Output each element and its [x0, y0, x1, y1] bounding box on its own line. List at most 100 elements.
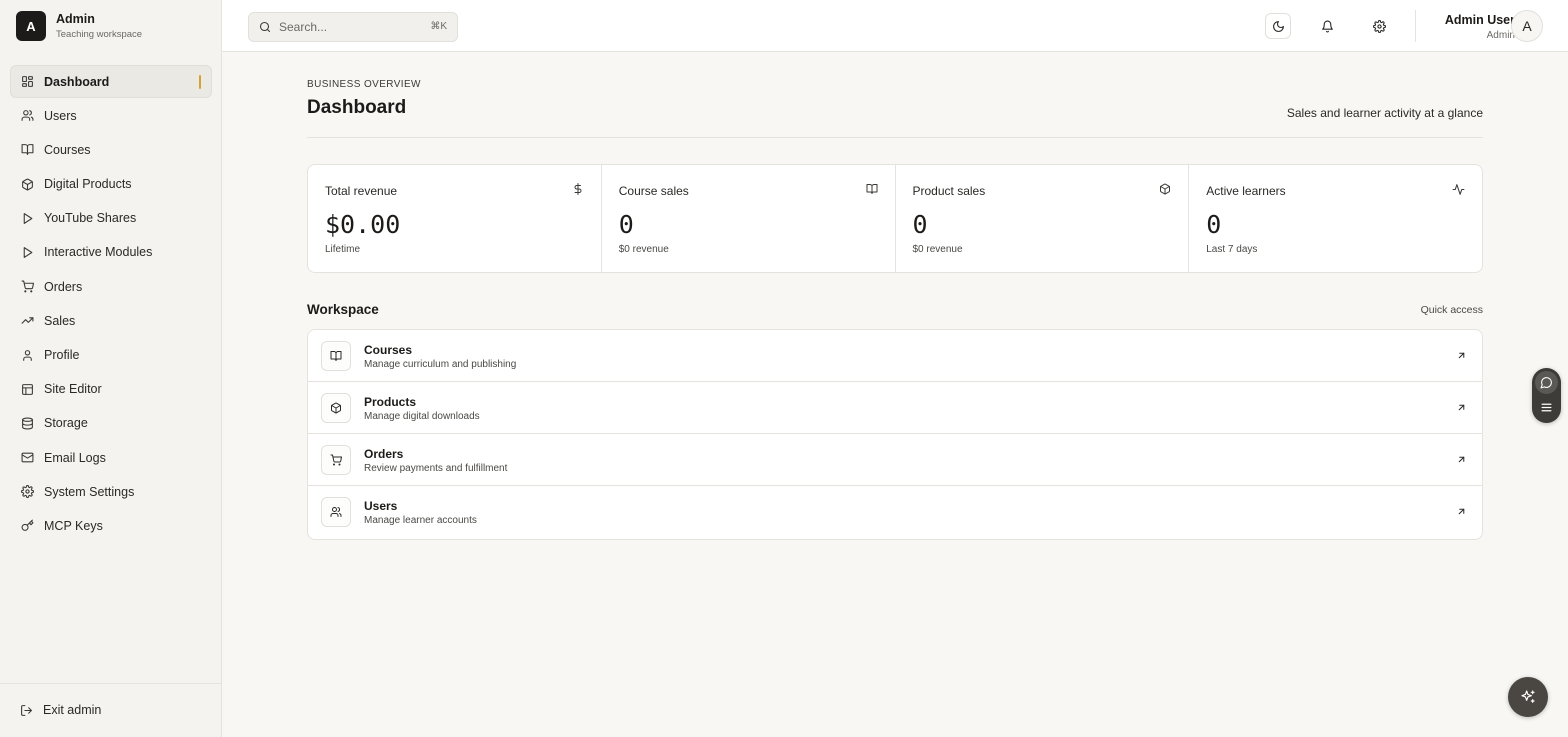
sidebar-item-storage[interactable]: Storage — [10, 407, 212, 440]
chat-bubble-icon — [1540, 377, 1552, 389]
workspace-list: Courses Manage curriculum and publishing… — [307, 329, 1483, 540]
stat-value: $0.00 — [325, 210, 401, 239]
sparkles-icon — [1521, 690, 1535, 703]
dashboard-icon — [22, 76, 33, 87]
active-indicator — [199, 75, 201, 89]
search-placeholder: Search... — [279, 20, 328, 34]
layout-icon — [22, 383, 33, 395]
workspace-item-users[interactable]: Users Manage learner accounts — [308, 486, 1482, 539]
notifications-button[interactable] — [1314, 13, 1340, 39]
sidebar-item-site-editor[interactable]: Site Editor — [10, 373, 212, 406]
workspace-title: Workspace — [307, 302, 379, 317]
search-shortcut: ⌘K — [430, 21, 447, 32]
workspace-item-orders[interactable]: Orders Review payments and fulfillment — [308, 434, 1482, 486]
play-icon — [23, 247, 33, 258]
stat-label: Course sales — [618, 184, 689, 198]
stat-card-product-sales: Product sales 0 $0 revenue — [896, 165, 1190, 272]
menu-button[interactable] — [1535, 396, 1558, 419]
dollar-icon — [574, 183, 582, 195]
avatar[interactable]: A — [1511, 10, 1543, 42]
sidebar-nav: Dashboard Users Courses Digital Products… — [10, 65, 212, 544]
sidebar: A Admin Teaching workspace Dashboard Use… — [0, 0, 222, 737]
brand[interactable]: A Admin Teaching workspace — [16, 11, 142, 41]
sidebar-item-system-settings[interactable]: System Settings — [10, 475, 212, 508]
stat-value: 0 — [1206, 210, 1222, 239]
sidebar-item-youtube-shares[interactable]: YouTube Shares — [10, 202, 212, 235]
brand-text: Admin Teaching workspace — [56, 12, 142, 41]
sidebar-item-dashboard[interactable]: Dashboard — [10, 65, 212, 98]
key-icon — [21, 519, 34, 532]
chat-button[interactable] — [1535, 371, 1558, 394]
stat-note: Lifetime — [325, 244, 361, 255]
database-icon — [22, 417, 33, 430]
search-icon — [259, 21, 271, 33]
workspace-item-courses[interactable]: Courses Manage curriculum and publishing — [308, 330, 1482, 382]
sidebar-item-interactive-modules[interactable]: Interactive Modules — [10, 236, 212, 269]
sidebar-item-orders[interactable]: Orders — [10, 270, 212, 303]
page-eyebrow: BUSINESS OVERVIEW — [307, 79, 421, 90]
users-icon — [21, 110, 34, 122]
sidebar-item-profile[interactable]: Profile — [10, 339, 212, 372]
stat-value: 0 — [618, 210, 634, 239]
settings-button[interactable] — [1366, 13, 1392, 39]
sidebar-item-label: Digital Products — [44, 177, 132, 192]
user-icon — [23, 349, 32, 361]
user-name: Admin User — [1444, 13, 1515, 27]
cart-icon — [21, 280, 34, 293]
moon-icon — [1272, 20, 1284, 32]
topbar-divider — [1415, 10, 1416, 42]
book-open-icon — [866, 184, 877, 194]
workspace-item-name: Products — [364, 395, 417, 409]
sidebar-item-label: YouTube Shares — [44, 211, 137, 226]
workspace-item-icon-box — [321, 341, 351, 371]
bell-icon — [1321, 20, 1333, 32]
user-menu[interactable]: Admin User Admin — [1445, 13, 1515, 42]
workspace-item-desc: Manage digital downloads — [364, 411, 480, 422]
workspace-item-desc: Review payments and fulfillment — [364, 463, 508, 474]
workspace-item-name: Orders — [364, 447, 404, 461]
sidebar-item-label: Sales — [44, 313, 76, 328]
stat-note: Last 7 days — [1206, 244, 1258, 255]
package-icon — [331, 402, 341, 414]
search-input[interactable]: Search... ⌘K — [248, 12, 458, 42]
sidebar-item-digital-products[interactable]: Digital Products — [10, 168, 212, 201]
workspace-item-name: Courses — [364, 343, 413, 357]
sidebar-item-courses[interactable]: Courses — [10, 133, 212, 166]
exit-admin-button[interactable]: Exit admin — [20, 703, 101, 717]
theme-toggle-button[interactable] — [1265, 13, 1291, 39]
workspace-item-icon-box — [321, 393, 351, 423]
activity-icon — [1452, 184, 1465, 195]
sidebar-item-mcp-keys[interactable]: MCP Keys — [10, 509, 212, 542]
sidebar-item-label: Users — [44, 108, 77, 123]
sidebar-item-label: Courses — [44, 142, 91, 157]
sidebar-item-email-logs[interactable]: Email Logs — [10, 441, 212, 474]
trending-up-icon — [21, 317, 34, 325]
page-title: Dashboard — [307, 97, 407, 118]
sidebar-item-label: Site Editor — [44, 382, 102, 397]
mail-icon — [21, 452, 34, 463]
arrow-up-right-icon — [1458, 404, 1465, 411]
stat-card-course-sales: Course sales 0 $0 revenue — [602, 165, 896, 272]
ai-assistant-button[interactable] — [1508, 677, 1548, 717]
sidebar-item-label: MCP Keys — [44, 518, 103, 533]
sidebar-item-label: System Settings — [44, 484, 135, 499]
workspace-item-name: Users — [364, 499, 398, 513]
package-icon — [22, 178, 33, 191]
workspace-item-products[interactable]: Products Manage digital downloads — [308, 382, 1482, 434]
stat-note: $0 revenue — [618, 244, 669, 255]
stats-panel: Total revenue $0.00 Lifetime Course sale… — [307, 164, 1483, 273]
workspace-item-desc: Manage learner accounts — [364, 515, 477, 526]
stat-label: Total revenue — [325, 184, 398, 198]
workspace-item-icon-box — [321, 445, 351, 475]
stat-card-active-learners: Active learners 0 Last 7 days — [1189, 165, 1482, 272]
users-icon — [330, 507, 342, 517]
sidebar-footer: Exit admin — [0, 683, 221, 737]
sidebar-item-sales[interactable]: Sales — [10, 304, 212, 337]
arrow-up-right-icon — [1458, 508, 1465, 515]
book-open-icon — [330, 351, 342, 361]
stat-note: $0 revenue — [912, 244, 963, 255]
brand-subtitle: Teaching workspace — [56, 28, 143, 40]
gear-icon — [1372, 19, 1386, 33]
sidebar-item-users[interactable]: Users — [10, 99, 212, 132]
sidebar-item-label: Profile — [44, 348, 80, 362]
